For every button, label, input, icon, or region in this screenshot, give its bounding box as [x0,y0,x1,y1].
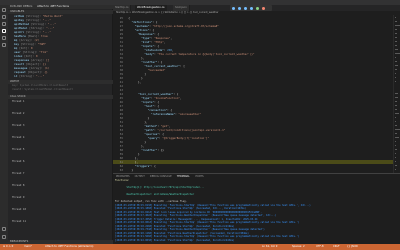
minimap-line [395,149,397,150]
minimap-line [395,117,397,118]
minimap-line [395,109,398,110]
call-stack-item[interactable]: Thread 2 [12,112,25,116]
minimap-line [395,145,396,146]
step-into-icon[interactable] [244,6,247,10]
minimap-line [395,37,398,38]
minimap-line [395,157,396,158]
call-stack-item[interactable]: Thread 3 [12,124,25,128]
run-section-title: RUN AND DEBUG [10,5,33,8]
code-token: } [125,168,134,172]
indentation-status[interactable]: Spaces: 2 [292,244,305,250]
remote-icon[interactable] [2,43,6,47]
minimap-line [395,45,397,46]
settings-gear-icon[interactable] [2,235,6,239]
search-icon[interactable] [2,15,6,19]
encoding-status[interactable]: UTF-8 [316,244,324,250]
terminal-line: WeatherDispatcher: skillsDemo/WeatherDis… [115,193,195,196]
status-bar: ⊗ 0 ⚠ 0 main* Attach to .NET Functions (… [0,244,400,250]
minimap-line [395,141,397,142]
call-stack-item[interactable]: Thread 11 [12,220,26,224]
terminal-line: StartUp[1]: http://localhost:7071/api/St… [115,186,205,189]
minimap-line [395,93,398,94]
minimap-line [395,97,398,98]
minimap-line [395,57,396,58]
variable-name: id [14,74,18,78]
run-debug-icon[interactable] [2,29,6,33]
minimap-line [395,81,396,82]
extensions-icon[interactable] [2,36,6,40]
accounts-icon[interactable] [2,227,6,231]
call-stack-item[interactable]: Thread 1 [12,100,25,104]
variable-value: "TAM" [37,42,47,46]
source-control-icon[interactable] [2,22,6,26]
step-over-icon[interactable] [238,6,241,10]
run-debug-sidebar: RUN AND DEBUG Attach to .NET Functions V… [8,5,113,244]
variable-value: "Tim" [39,50,48,54]
minimap-line [395,25,400,26]
minimap-line [395,129,400,130]
call-stack-section-header[interactable]: CALL STACK [8,95,113,99]
continue-icon[interactable] [232,6,235,10]
line-number: 63 [119,168,123,172]
minimap-line [395,69,398,70]
minimap-line [395,77,396,78]
call-stack-item[interactable]: Thread 5 [12,148,25,152]
explorer-icon[interactable] [2,8,6,12]
terminal-line: Functions: [115,179,130,182]
debug-status[interactable]: Attach to .NET Functions (skillsdemo) [45,244,93,250]
terminal-panel[interactable]: Functions: StartUp[1]: http://localhost:… [113,178,400,244]
variable-value: true [40,34,48,38]
step-out-icon[interactable] [250,6,253,10]
variable-row[interactable]: id [String]: "..." [14,74,44,78]
activity-bar [0,5,8,244]
minimap-line [395,137,400,138]
minimap-line [395,73,397,74]
call-stack-item[interactable]: Thread 7 [12,172,25,176]
minimap-line [395,49,398,50]
minimap[interactable] [393,15,400,173]
code-line: 63 } [113,168,393,172]
minimap-line [395,53,400,54]
minimap-line [395,105,397,106]
stop-icon[interactable] [262,6,265,10]
git-branch-status[interactable]: main* [24,244,32,250]
call-stack-item[interactable]: Thread 6 [12,160,25,164]
cursor-position-status[interactable]: Ln 61, Col 9 [262,244,277,250]
eol-status[interactable]: CRLF [333,244,340,250]
call-stack-item[interactable]: Thread 8 [12,184,25,188]
minimap-line [395,61,397,62]
minimap-line [395,113,399,114]
minimap-line [395,153,396,154]
run-section-header: RUN AND DEBUG Attach to .NET Functions [8,5,113,9]
minimap-line [395,101,397,102]
variable-type: [String]: [19,74,35,78]
launch-config-select[interactable]: Attach to .NET Functions [37,5,69,8]
minimap-line [395,33,397,34]
variable-value: {} [44,70,48,74]
terminal-line: [2025-03-24T19:38:22.003Z] Executed 'Fun… [115,238,235,242]
watch-item[interactable]: result: System.ClientModel.ClientResult [12,88,73,92]
language-mode-status[interactable]: {} JSON [347,244,358,250]
minimap-line [395,65,399,66]
minimap-line [395,125,398,126]
minimap-line [395,21,397,22]
problems-status[interactable]: ⊗ 0 ⚠ 0 [3,244,13,250]
variable-value: [] [46,58,50,62]
code-editor[interactable]: 25 {26 "definitions": {27 "$schema": "ht… [113,15,393,173]
variable-value: "..." [35,74,45,78]
minimap-line [395,29,397,30]
call-stack-item[interactable]: Thread 10 [12,208,26,212]
minimap-line [395,165,397,166]
call-stack-item[interactable]: Thread 4 [12,136,25,140]
minimap-line [395,161,396,162]
restart-icon[interactable] [256,6,259,10]
call-stack-item[interactable]: Thread 9 [12,196,25,200]
minimap-line [395,133,397,134]
minimap-line [395,41,398,42]
minimap-line [395,121,397,122]
